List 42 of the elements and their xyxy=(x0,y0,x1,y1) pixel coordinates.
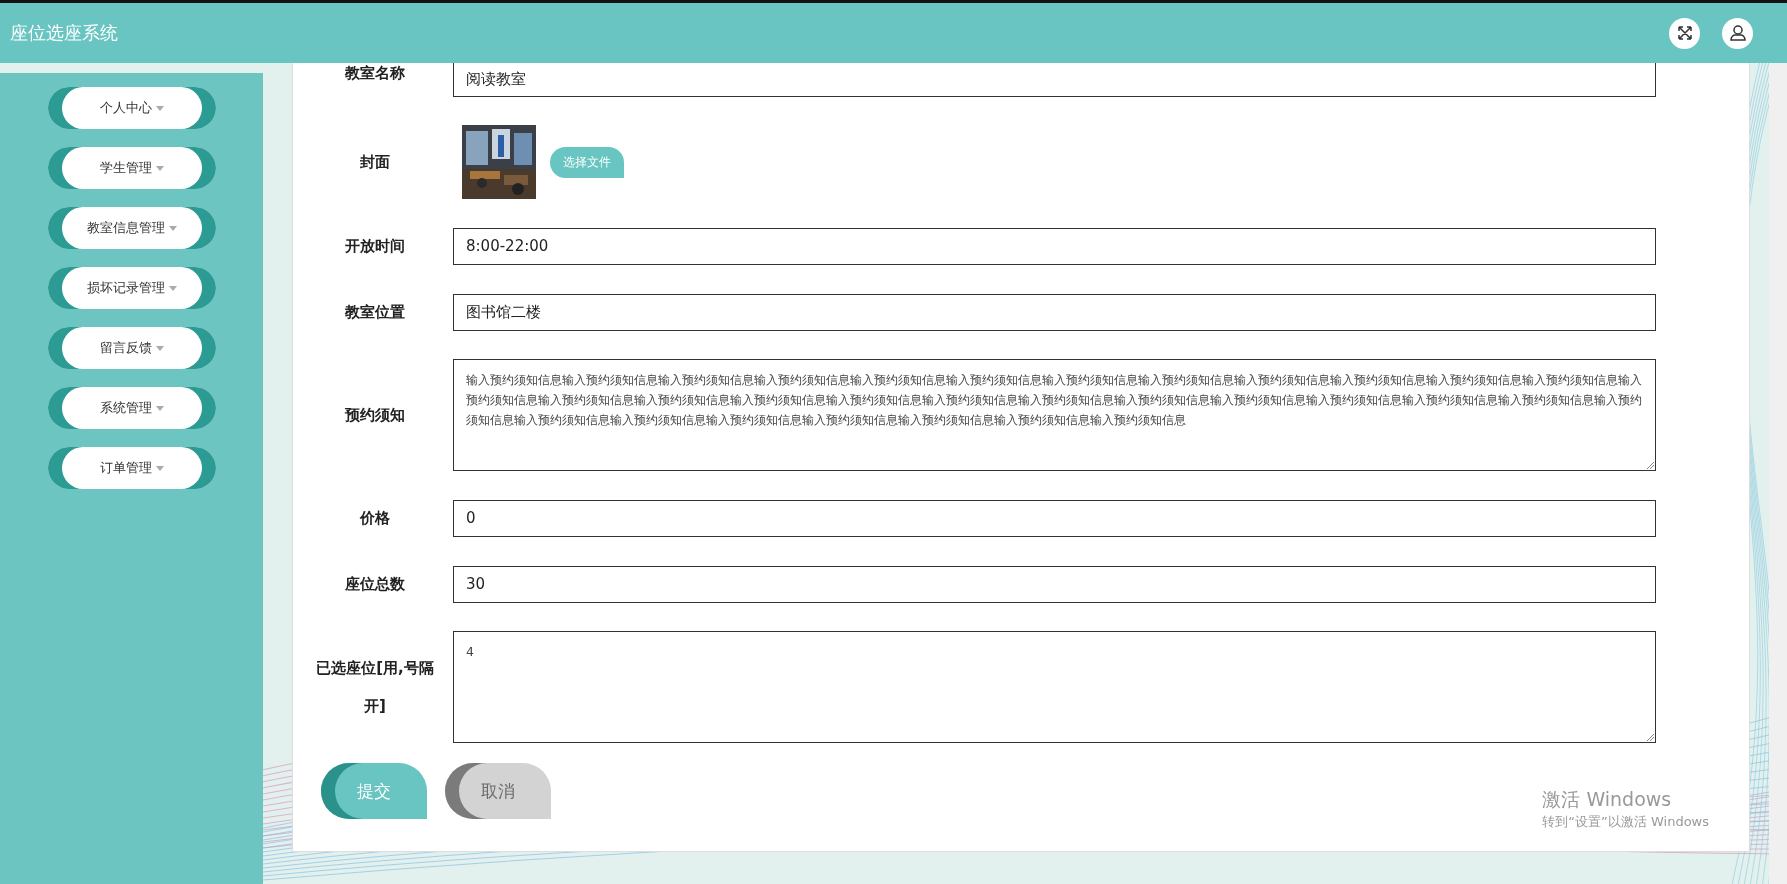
sidebar-menu-item[interactable]: 教室信息管理 xyxy=(47,207,216,249)
field-label: 封面 xyxy=(359,152,391,173)
field-label: 教室位置 xyxy=(344,302,406,323)
caret-icon xyxy=(155,465,164,471)
field-label: 开放时间 xyxy=(344,236,406,257)
input-field[interactable]: 30 xyxy=(453,565,1656,603)
textarea-text: 输入预约须知信息输入预约须知信息输入预约须知信息输入预约须知信息输入预约须知信息输入预约须知信息输入预约须知信息输入预约须知信息输入预约须知信息输入预约须知信息输入预约须知信息输入预约须知信息输入预约须知信息输入预约须知信息输入预约须知信息输入预约须知信息输入预约须知信息输入预约须知信息输入预约须知信息输入预约须知信息输入预约须知信息输入预约须知信息输入预约须知信息输入预约须知信息输入预约须知信息输入预约须知信息输入预约须知信息输入预约须知信息输入预约须知信息输入预约须知信息输入预约须知信息输入预约须知信息 xyxy=(466,371,1643,429)
resize-grip-icon[interactable] xyxy=(1647,462,1654,469)
field-label: 已选座位[用,号隔开] xyxy=(315,658,435,717)
sidebar-menu-item[interactable]: 学生管理 xyxy=(47,147,216,189)
app-title: 座位选座系统 xyxy=(10,21,118,45)
input-field[interactable]: 8:00-22:00 xyxy=(453,227,1656,265)
field-label: 座位总数 xyxy=(344,574,406,595)
resize-grip-icon[interactable] xyxy=(1647,734,1654,741)
sidebar-menu-item[interactable]: 损坏记录管理 xyxy=(47,267,216,309)
form-button[interactable]: 取消 xyxy=(445,763,551,819)
expand-icon xyxy=(1676,25,1693,41)
field-label: 预约须知 xyxy=(344,405,406,426)
user-icon xyxy=(1728,24,1747,42)
input-field[interactable]: 阅读教室 xyxy=(453,63,1656,97)
fullscreen-button[interactable] xyxy=(1669,17,1700,49)
field-label: 教室名称 xyxy=(344,63,406,83)
caret-icon xyxy=(155,165,164,171)
sidebar-menu-item[interactable]: 系统管理 xyxy=(47,387,216,429)
textarea-field[interactable]: 4 xyxy=(453,631,1656,743)
sidebar-menu-item[interactable]: 个人中心 xyxy=(47,87,216,129)
user-button[interactable] xyxy=(1722,17,1753,49)
caret-icon xyxy=(168,285,177,291)
caret-icon xyxy=(155,345,164,351)
sidebar-menu-item[interactable]: 订单管理 xyxy=(47,447,216,489)
activation-title: 激活 Windows xyxy=(1542,787,1673,812)
input-field[interactable]: 图书馆二楼 xyxy=(453,293,1656,331)
textarea-field[interactable] xyxy=(453,359,1656,471)
textarea-text: 4 xyxy=(466,643,474,661)
caret-icon xyxy=(155,405,164,411)
caret-icon xyxy=(155,105,164,111)
activation-hint: 转到“设置”以激活 Windows xyxy=(1542,813,1709,831)
field-label: 价格 xyxy=(359,508,391,529)
sidebar-menu-item[interactable]: 留言反馈 xyxy=(47,327,216,369)
scrollbar[interactable] xyxy=(1769,63,1787,884)
input-field[interactable]: 0 xyxy=(453,499,1656,537)
caret-icon xyxy=(168,225,177,231)
